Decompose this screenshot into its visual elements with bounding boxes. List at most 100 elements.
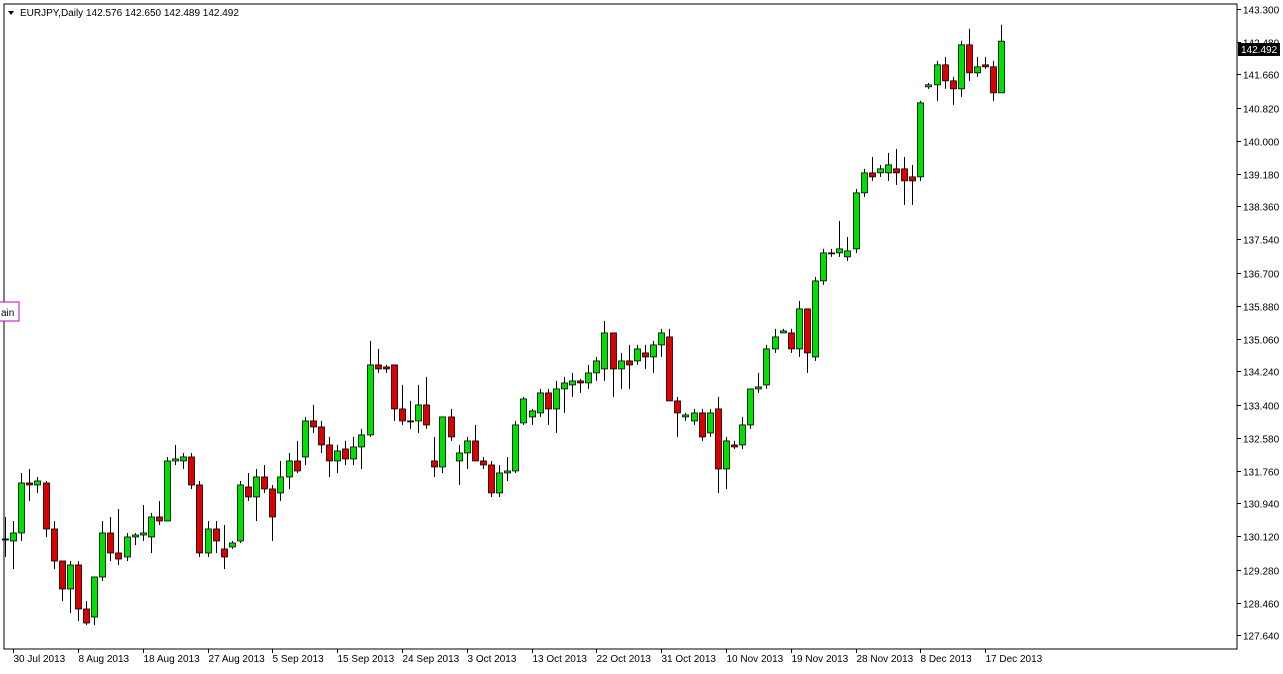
price-marker-label: 142.492 [1241, 45, 1278, 56]
candle-body [391, 364, 398, 410]
current-price-marker: 142.492 [1238, 43, 1280, 56]
candle-body [286, 460, 293, 478]
candle-body [861, 172, 868, 194]
candle-body [302, 420, 309, 458]
candle-body [448, 416, 455, 438]
candle-body [747, 388, 754, 426]
candle-body [853, 192, 860, 250]
candle-body [901, 168, 908, 182]
candle-body [772, 336, 779, 350]
candle-body [83, 608, 90, 624]
candle-body [553, 388, 560, 410]
candle-body [196, 484, 203, 554]
y-tick-label: 136.700 [1243, 270, 1280, 281]
candle-body [350, 446, 357, 460]
candle-body [237, 484, 244, 542]
candle-body [601, 332, 608, 370]
candle-body [375, 364, 382, 370]
candle-body [245, 486, 252, 498]
y-tick-label: 143.300 [1243, 6, 1280, 17]
side-label-box[interactable]: ain [0, 301, 20, 322]
x-tick-label: 19 Nov 2013 [792, 654, 849, 665]
candle-body [18, 482, 25, 534]
candle-body [885, 164, 892, 174]
candle-body [253, 476, 260, 498]
candle-body [537, 392, 544, 414]
candle-body [180, 456, 187, 462]
x-tick-label: 3 Oct 2013 [468, 654, 517, 665]
candle-body [2, 538, 9, 541]
candle-body [115, 552, 122, 560]
candle-body [585, 372, 592, 384]
candle [917, 100, 924, 181]
candle-body [699, 412, 706, 438]
candle [796, 300, 803, 357]
candle-body [229, 542, 236, 548]
candle-body [383, 366, 390, 370]
candle-body [626, 360, 633, 366]
candle-body [205, 528, 212, 554]
chart-background [0, 0, 1283, 669]
candle-body [407, 420, 414, 423]
y-tick-label: 131.760 [1243, 468, 1280, 479]
x-tick-label: 8 Dec 2013 [921, 654, 973, 665]
candle-body [974, 66, 981, 74]
candle-body [75, 564, 82, 610]
y-tick-label: 140.820 [1243, 105, 1280, 116]
candle-body [577, 380, 584, 384]
x-tick-label: 22 Oct 2013 [597, 654, 652, 665]
candle-body [277, 476, 284, 494]
x-tick-label: 5 Sep 2013 [273, 654, 325, 665]
candle-body [488, 464, 495, 494]
y-tick-label: 141.660 [1243, 71, 1280, 82]
candle-body [156, 516, 163, 522]
candle-body [132, 534, 139, 538]
chart-window[interactable]: 143.300142.480141.660140.820140.000139.1… [0, 0, 1283, 669]
candle-body [836, 248, 843, 254]
candle-body [496, 472, 503, 494]
x-tick-label: 13 Oct 2013 [533, 654, 588, 665]
candle-body [213, 528, 220, 542]
candle-body [164, 460, 171, 522]
candle [861, 168, 868, 197]
y-tick-label: 134.240 [1243, 368, 1280, 379]
candle-body [43, 482, 50, 530]
candle [164, 456, 171, 522]
chart-ohlc: 142.576 142.650 142.489 142.492 [86, 8, 239, 19]
x-tick-label: 30 Jul 2013 [14, 654, 66, 665]
candle-body [998, 40, 1005, 94]
candle-body [415, 404, 422, 422]
candle-body [674, 400, 681, 414]
candle-body [755, 386, 762, 390]
candle [699, 408, 706, 441]
candle-body [723, 440, 730, 470]
candle-body [610, 332, 617, 370]
candle [747, 388, 754, 429]
candle-body [877, 168, 884, 174]
candle-body [334, 450, 341, 462]
candle [707, 408, 714, 437]
x-tick-label: 24 Sep 2013 [403, 654, 460, 665]
candle-body [148, 516, 155, 538]
candle-body [844, 250, 851, 258]
candle-body [942, 64, 949, 82]
candle [820, 248, 827, 285]
candle-body [367, 364, 374, 436]
candle-body [828, 252, 835, 255]
candle-body [682, 414, 689, 418]
candlestick-chart[interactable]: 143.300142.480141.660140.820140.000139.1… [0, 0, 1283, 669]
candle [196, 480, 203, 557]
y-tick-label: 139.180 [1243, 171, 1280, 182]
x-tick-label: 31 Oct 2013 [662, 654, 717, 665]
candle-body [10, 532, 17, 542]
candle-body [512, 424, 519, 472]
candle-body [294, 460, 301, 472]
x-tick-label: 27 Aug 2013 [209, 654, 266, 665]
chart-symbol: EURJPY,Daily [20, 8, 83, 19]
candle-body [261, 476, 268, 490]
candle-body [820, 252, 827, 282]
candle-body [342, 448, 349, 460]
candle-body [472, 440, 479, 462]
candle [512, 420, 519, 473]
candle [43, 480, 50, 537]
